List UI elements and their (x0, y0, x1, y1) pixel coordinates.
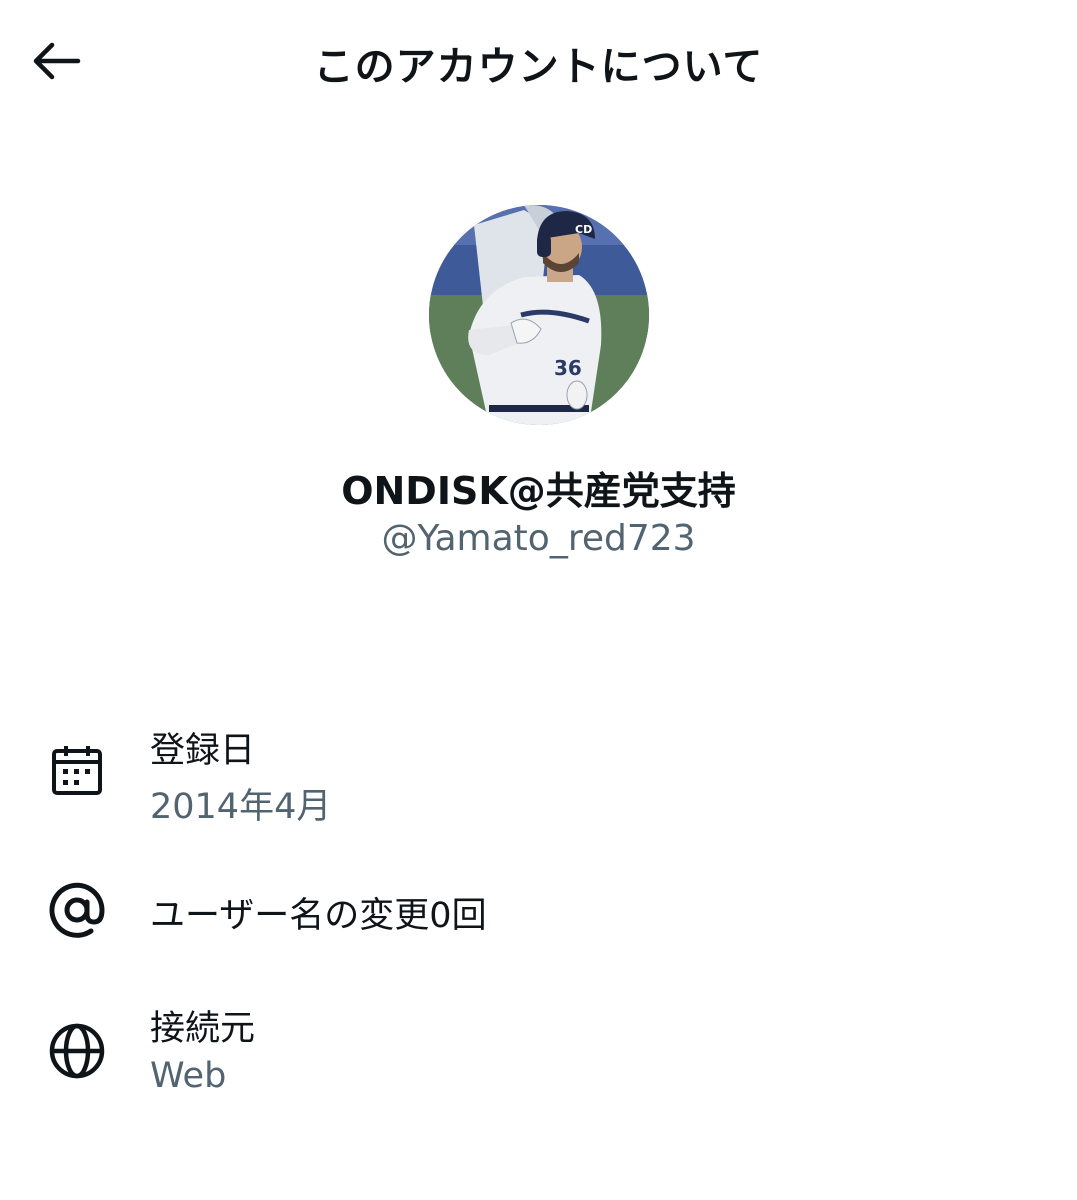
joined-label: 登録日 (150, 731, 256, 771)
connected-via-row: 接続元 Web (0, 996, 1077, 1106)
username-changes-label: ユーザー名の変更0回 (150, 896, 487, 936)
connected-via-label: 接続元 (150, 1009, 256, 1049)
username-handle: @Yamato_red723 (381, 518, 696, 559)
globe-icon (44, 1018, 110, 1084)
joined-date: 2014年4月 (150, 787, 332, 827)
connected-via-value: Web (150, 1056, 227, 1096)
profile-photo: 36 CD (429, 205, 649, 425)
calendar-icon (44, 738, 110, 804)
at-sign-icon (44, 877, 110, 943)
svg-text:CD: CD (575, 223, 592, 236)
display-name: ONDISK@共産党支持 (341, 469, 736, 513)
svg-text:36: 36 (554, 356, 582, 380)
top-bar: このアカウントについて (0, 0, 1077, 120)
page-title: このアカウントについて (313, 44, 764, 90)
avatar[interactable]: 36 CD (429, 205, 649, 425)
username-changes-row: ユーザー名の変更0回 (0, 875, 1077, 945)
joined-row: 登録日 2014年4月 (0, 718, 1077, 828)
